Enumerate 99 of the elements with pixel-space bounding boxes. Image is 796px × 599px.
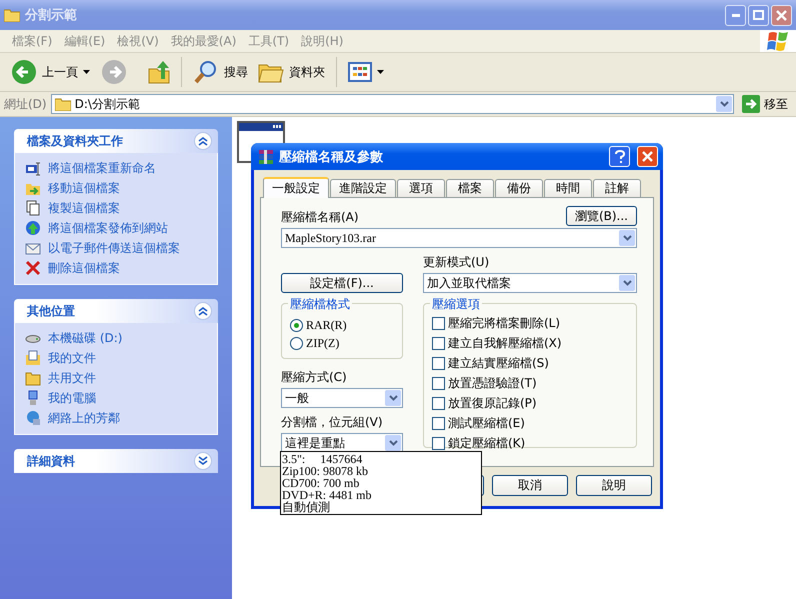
checkbox-label: 放置憑證驗證(T) bbox=[448, 375, 537, 392]
radio-label: RAR(R) bbox=[306, 318, 347, 332]
task-link[interactable]: 網路上的芳鄰 bbox=[48, 410, 120, 426]
chevron-down-icon bbox=[622, 235, 632, 241]
radio-button[interactable] bbox=[290, 318, 303, 332]
dialog-button[interactable]: 說明 bbox=[576, 475, 652, 496]
archive-name-field[interactable]: MapleStory103.rar bbox=[281, 228, 637, 248]
chevron-icon[interactable] bbox=[194, 452, 212, 470]
field-label: 分割檔，位元組(V) bbox=[281, 414, 384, 431]
window-title: 分割示範 bbox=[25, 6, 77, 24]
tab[interactable]: 進階設定 bbox=[330, 179, 396, 197]
tab[interactable]: 一般設定 bbox=[263, 177, 329, 198]
update-mode-dropdown[interactable]: 加入並取代檔案 bbox=[423, 273, 637, 293]
archive-icon bbox=[258, 148, 274, 164]
browse-button[interactable]: 瀏覽(B)... bbox=[566, 206, 637, 226]
profiles-button[interactable]: 設定檔(F)... bbox=[281, 273, 403, 293]
search-icon bbox=[193, 59, 219, 85]
folders-button[interactable]: 資料夾 bbox=[255, 58, 328, 86]
checkbox[interactable] bbox=[432, 337, 445, 350]
tab[interactable]: 註解 bbox=[593, 179, 641, 197]
minimize-icon bbox=[732, 14, 740, 16]
address-field[interactable]: D:\分割示範 bbox=[50, 94, 734, 114]
field-label: 更新模式(U) bbox=[423, 254, 490, 271]
checkbox-label: 鎖定壓縮檔(K) bbox=[448, 435, 526, 452]
group-title: 壓縮選項 bbox=[430, 296, 482, 313]
checkbox-label: 建立結實壓縮檔(S) bbox=[448, 355, 549, 372]
address-label: 網址(D) bbox=[4, 96, 47, 112]
checkbox-label: 壓縮完將檔案刪除(L) bbox=[448, 315, 560, 332]
checkbox[interactable] bbox=[432, 437, 445, 450]
close-button[interactable] bbox=[771, 4, 792, 26]
views-icon bbox=[348, 62, 372, 82]
radio-label: ZIP(Z) bbox=[306, 336, 340, 350]
task-link[interactable]: 本機磁碟 (D:) bbox=[48, 330, 122, 346]
folder-icon bbox=[54, 97, 71, 111]
rename-icon bbox=[25, 160, 41, 176]
help-icon bbox=[614, 150, 624, 164]
back-button[interactable]: 上一頁 bbox=[8, 57, 93, 87]
chevron-down-icon bbox=[388, 440, 398, 446]
maximize-icon bbox=[753, 10, 764, 20]
document-icon bbox=[25, 200, 41, 216]
checkbox[interactable] bbox=[432, 417, 445, 430]
delete-icon bbox=[25, 260, 41, 276]
field-label: 壓縮檔名稱(A) bbox=[281, 209, 359, 226]
globe-icon bbox=[25, 220, 41, 236]
chevron-down-icon bbox=[720, 101, 728, 107]
chevron-down-icon bbox=[388, 395, 398, 401]
close-icon bbox=[642, 151, 653, 162]
checkbox[interactable] bbox=[432, 377, 445, 390]
dropdown-option[interactable]: CD700: 700 mb bbox=[281, 477, 481, 489]
chevron-icon[interactable] bbox=[194, 132, 212, 150]
radio-button[interactable] bbox=[290, 336, 303, 350]
minimize-button[interactable] bbox=[725, 4, 746, 26]
task-link[interactable]: 共用文件 bbox=[48, 370, 96, 386]
chevron-icon[interactable] bbox=[194, 302, 212, 320]
maximize-button[interactable] bbox=[748, 4, 769, 26]
group-title: 壓縮檔格式 bbox=[288, 296, 352, 313]
task-link[interactable]: 移動這個檔案 bbox=[48, 180, 120, 196]
tab[interactable]: 選項 bbox=[397, 179, 445, 197]
dropdown-option[interactable]: 自動偵測 bbox=[281, 501, 481, 513]
checkbox[interactable] bbox=[432, 357, 445, 370]
close-icon bbox=[776, 10, 787, 20]
task-link[interactable]: 以電子郵件傳送這個檔案 bbox=[48, 240, 180, 256]
task-link[interactable]: 將這個檔案重新命名 bbox=[48, 160, 156, 176]
dialog-title: 壓縮檔名稱及參數 bbox=[279, 148, 383, 166]
task-link[interactable]: 複製這個檔案 bbox=[48, 200, 120, 216]
task-link[interactable]: 我的文件 bbox=[48, 350, 96, 366]
checkbox[interactable] bbox=[432, 397, 445, 410]
tab[interactable]: 檔案 bbox=[446, 179, 494, 197]
dropdown-option[interactable]: DVD+R: 4481 mb bbox=[281, 489, 481, 501]
panel-header[interactable]: 檔案及資料夾工作 bbox=[14, 129, 218, 153]
checkbox-label: 放置復原記錄(P) bbox=[448, 395, 537, 412]
field-label: 壓縮方式(C) bbox=[281, 369, 348, 386]
checkbox-label: 測試壓縮檔(E) bbox=[448, 415, 525, 432]
documents-icon bbox=[25, 350, 41, 366]
search-button[interactable]: 搜尋 bbox=[190, 57, 251, 87]
folder-icon bbox=[25, 370, 41, 386]
task-link[interactable]: 刪除這個檔案 bbox=[48, 260, 120, 276]
method-dropdown[interactable]: 一般 bbox=[281, 388, 403, 408]
panel-header[interactable]: 詳細資料 bbox=[14, 449, 218, 473]
help-button[interactable] bbox=[609, 146, 630, 167]
caret-icon bbox=[83, 70, 90, 74]
caret-icon bbox=[377, 70, 384, 74]
task-link[interactable]: 將這個檔案發佈到網站 bbox=[48, 220, 168, 236]
dropdown-option[interactable]: 3.5": 1457664 bbox=[281, 453, 481, 465]
network-icon bbox=[25, 410, 41, 426]
panel-header[interactable]: 其他位置 bbox=[14, 299, 218, 323]
checkbox[interactable] bbox=[432, 317, 445, 330]
tab[interactable]: 時間 bbox=[544, 179, 592, 197]
task-link[interactable]: 我的電腦 bbox=[48, 390, 96, 406]
folder-icon bbox=[4, 8, 20, 22]
views-button[interactable] bbox=[345, 60, 387, 84]
checkbox-label: 建立自我解壓縮檔(X) bbox=[448, 335, 562, 352]
dropdown-option[interactable]: Zip100: 98078 kb bbox=[281, 465, 481, 477]
tab[interactable]: 備份 bbox=[495, 179, 543, 197]
dialog-button[interactable]: 取消 bbox=[492, 475, 568, 496]
split-size-dropdown[interactable]: 這裡是重點 bbox=[281, 433, 403, 453]
windows-logo-icon bbox=[760, 30, 796, 52]
go-button[interactable]: 移至 bbox=[738, 95, 792, 113]
chevron-down-icon bbox=[622, 280, 632, 286]
